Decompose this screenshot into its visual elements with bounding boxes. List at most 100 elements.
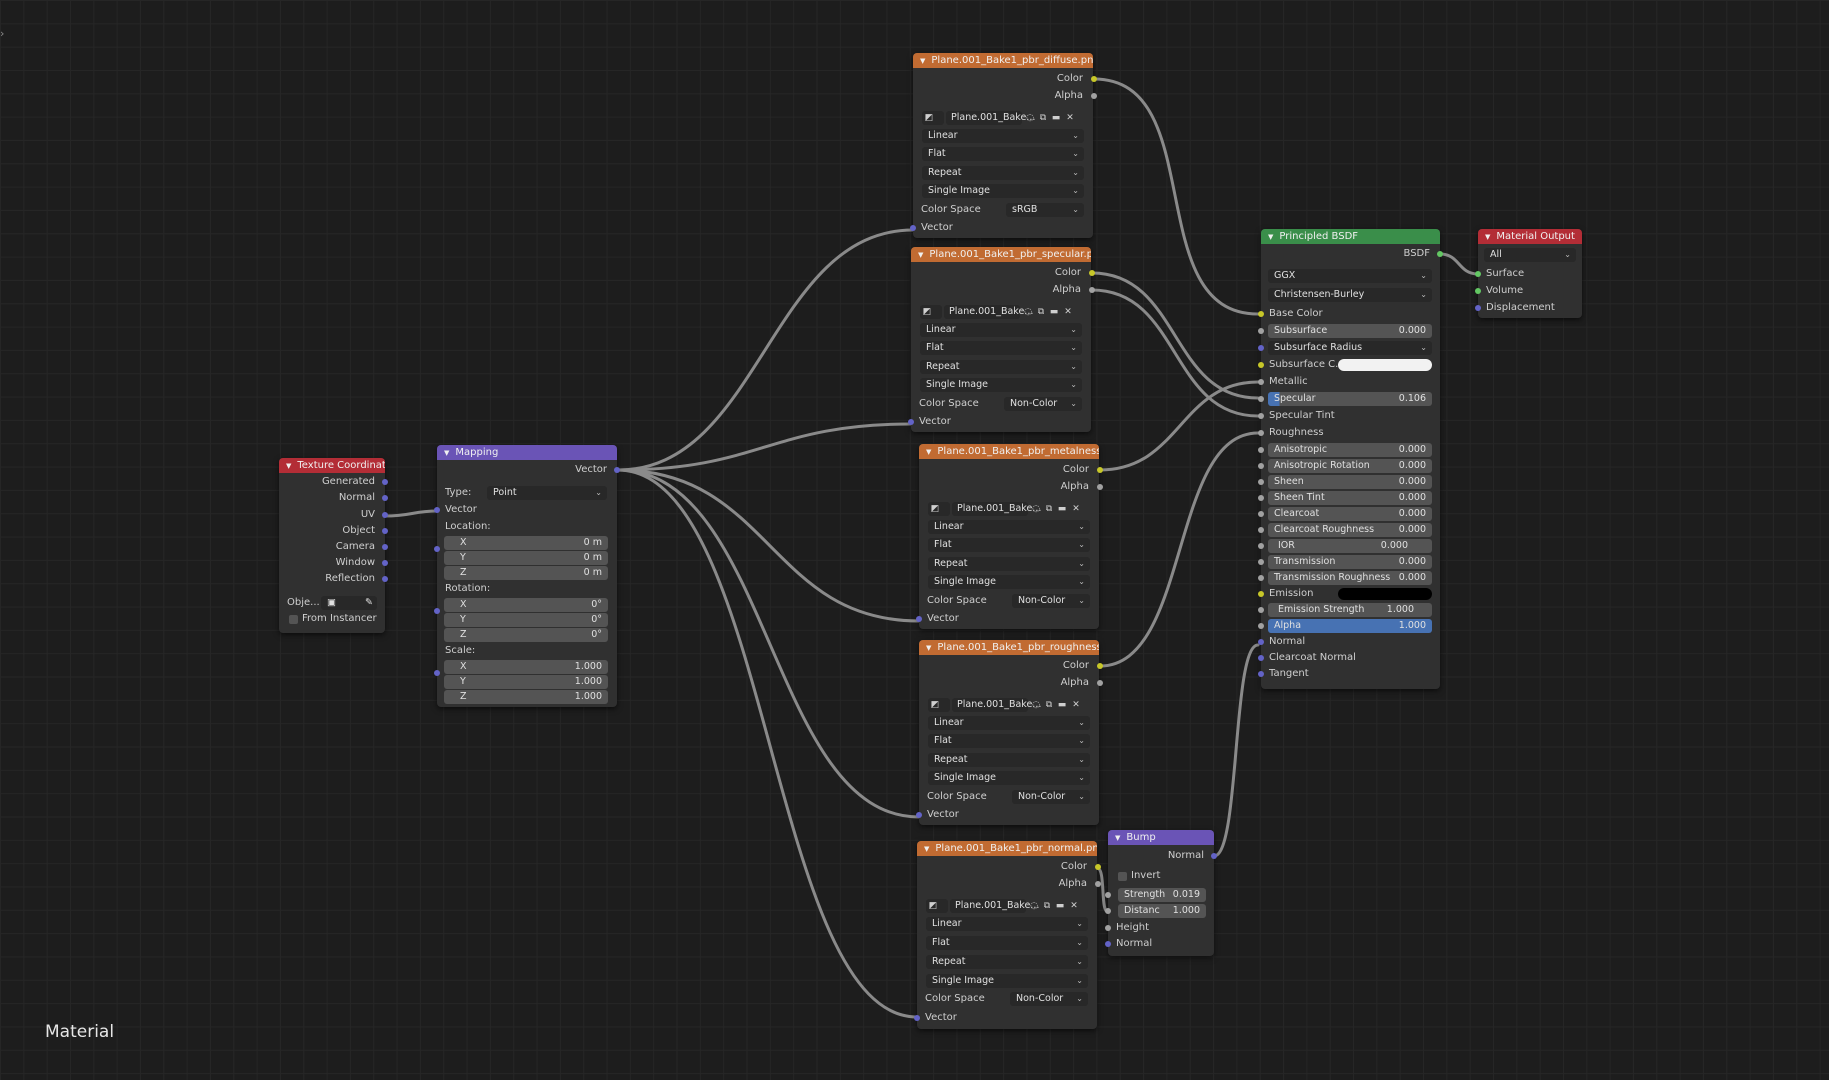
socket-vector-in[interactable] — [908, 419, 914, 425]
socket-specular-tint[interactable] — [1258, 413, 1264, 419]
image-browse-button[interactable]: ◩ — [928, 502, 950, 516]
location-y-field[interactable]: Y 0 m — [444, 551, 608, 565]
image-selector[interactable]: ◩ Plane.001_Bake... ◌ ⧉ ▬ ✕ — [926, 899, 1088, 913]
socket-location[interactable] — [434, 546, 440, 552]
socket-color-out[interactable] — [1097, 663, 1103, 669]
socket-strength[interactable] — [1105, 892, 1111, 898]
socket-vector-in[interactable] — [434, 507, 440, 513]
distribution-dropdown[interactable]: GGX ⌄ — [1268, 269, 1432, 283]
interpolation-dropdown[interactable]: Linear ⌄ — [928, 520, 1090, 534]
extension-dropdown[interactable]: Repeat ⌄ — [922, 166, 1084, 180]
subsurface-method-dropdown[interactable]: Christensen-Burley ⌄ — [1268, 288, 1432, 302]
node-mapping[interactable]: ▼ Mapping Vector Type: Point ⌄ Vector Loca… — [434, 445, 620, 707]
color-space-dropdown[interactable]: Non-Color ⌄ — [1012, 790, 1090, 804]
node-texture-coordinate[interactable]: ▼ Texture Coordinate Generated Normal UV … — [279, 458, 388, 633]
socket-subsurface-color[interactable] — [1258, 362, 1264, 368]
close-icon[interactable]: ✕ — [1065, 113, 1075, 123]
image-name-field[interactable]: Plane.001_Bake... — [946, 111, 1035, 125]
collapse-icon[interactable]: ▼ — [1268, 230, 1273, 244]
close-icon[interactable]: ✕ — [1069, 901, 1079, 911]
location-x-field[interactable]: X 0 m — [444, 536, 608, 550]
duplicate-icon[interactable]: ⧉ — [1042, 901, 1052, 911]
node-header[interactable]: ▼ Plane.001_Bake1_pbr_roughness.png — [919, 640, 1099, 655]
node-header[interactable]: ▼ Plane.001_Bake1_pbr_metalness.png — [919, 444, 1099, 459]
image-selector[interactable]: ◩ Plane.001_Bake... ◌ ⧉ ▬ ✕ — [920, 305, 1082, 319]
sidebar-toggle-icon[interactable]: › — [0, 27, 4, 40]
type-dropdown[interactable]: Point ⌄ — [487, 486, 607, 500]
duplicate-icon[interactable]: ⧉ — [1044, 504, 1054, 514]
color-space-dropdown[interactable]: Non-Color ⌄ — [1010, 992, 1088, 1006]
rotation-x-field[interactable]: X 0° — [444, 598, 608, 612]
interpolation-dropdown[interactable]: Linear ⌄ — [922, 129, 1084, 143]
alpha-field[interactable]: Alpha 1.000 — [1268, 619, 1432, 633]
interpolation-dropdown[interactable]: Linear ⌄ — [928, 716, 1090, 730]
scale-y-field[interactable]: Y 1.000 — [444, 675, 608, 689]
collapse-icon[interactable]: ▼ — [1485, 230, 1490, 244]
socket-rotation[interactable] — [434, 608, 440, 614]
socket-clearcoat-roughness[interactable] — [1258, 527, 1264, 533]
ior-field[interactable]: IOR 0.000 — [1268, 539, 1432, 553]
image-name-field[interactable]: Plane.001_Bake... — [952, 502, 1041, 516]
socket-transmission-roughness[interactable] — [1258, 575, 1264, 581]
socket-camera[interactable] — [382, 544, 388, 550]
interpolation-dropdown[interactable]: Linear ⌄ — [926, 917, 1088, 931]
object-picker[interactable]: ▣ ✎ — [321, 596, 377, 610]
source-dropdown[interactable]: Single Image ⌄ — [920, 378, 1082, 392]
location-z-field[interactable]: Z 0 m — [444, 566, 608, 580]
duplicate-icon[interactable]: ⧉ — [1038, 113, 1048, 123]
image-name-field[interactable]: Plane.001_Bake... — [950, 899, 1039, 913]
node-header[interactable]: ▼ Plane.001_Bake1_pbr_diffuse.png — [913, 53, 1093, 68]
socket-metallic[interactable] — [1258, 379, 1264, 385]
collapse-icon[interactable]: ▼ — [444, 446, 449, 460]
node-bump[interactable]: ▼ Bump Normal Invert Strength 0.019 Distan… — [1105, 830, 1217, 956]
from-instancer-checkbox[interactable] — [289, 615, 298, 624]
transmission-field[interactable]: Transmission 0.000 — [1268, 555, 1432, 569]
extension-dropdown[interactable]: Repeat ⌄ — [928, 557, 1090, 571]
image-selector[interactable]: ◩ Plane.001_Bake... ◌ ⧉ ▬ ✕ — [928, 698, 1090, 712]
transmission-roughness-field[interactable]: Transmission Roughness 0.000 — [1268, 571, 1432, 585]
image-selector[interactable]: ◩ Plane.001_Bake... ◌ ⧉ ▬ ✕ — [922, 111, 1084, 125]
socket-alpha[interactable] — [1258, 623, 1264, 629]
socket-subsurface[interactable] — [1258, 328, 1264, 334]
socket-normal-in[interactable] — [1105, 941, 1111, 947]
socket-alpha-out[interactable] — [1091, 93, 1097, 99]
socket-transmission[interactable] — [1258, 559, 1264, 565]
image-browse-button[interactable]: ◩ — [928, 698, 950, 712]
node-header[interactable]: ▼ Mapping — [437, 445, 617, 460]
folder-icon[interactable]: ▬ — [1057, 504, 1067, 514]
extension-dropdown[interactable]: Repeat ⌄ — [928, 753, 1090, 767]
subsurface-radius-dropdown[interactable]: Subsurface Radius ⌄ — [1268, 341, 1432, 355]
eyedropper-icon[interactable]: ✎ — [365, 596, 373, 610]
close-icon[interactable]: ✕ — [1071, 504, 1081, 514]
collapse-icon[interactable]: ▼ — [920, 54, 925, 68]
socket-normal[interactable] — [1258, 639, 1264, 645]
close-icon[interactable]: ✕ — [1063, 307, 1073, 317]
socket-uv[interactable] — [382, 512, 388, 518]
socket-scale[interactable] — [434, 670, 440, 676]
socket-vector-in[interactable] — [914, 1015, 920, 1021]
subsurface-field[interactable]: Subsurface 0.000 — [1268, 324, 1432, 338]
socket-bsdf-out[interactable] — [1437, 251, 1443, 257]
socket-vector-in[interactable] — [916, 812, 922, 818]
collapse-icon[interactable]: ▼ — [924, 842, 929, 856]
socket-subsurface-radius[interactable] — [1258, 345, 1264, 351]
socket-color-out[interactable] — [1097, 467, 1103, 473]
socket-surface[interactable] — [1475, 271, 1481, 277]
collapse-icon[interactable]: ▼ — [926, 641, 931, 655]
socket-anisotropic[interactable] — [1258, 447, 1264, 453]
node-image-texture-normal[interactable]: ▼ Plane.001_Bake1_pbr_normal.png Color Al… — [914, 841, 1101, 1029]
image-browse-button[interactable]: ◩ — [926, 899, 948, 913]
node-header[interactable]: ▼ Plane.001_Bake1_pbr_normal.png — [917, 841, 1097, 856]
socket-roughness[interactable] — [1258, 430, 1264, 436]
socket-color-out[interactable] — [1089, 270, 1095, 276]
socket-normal-out[interactable] — [1211, 853, 1217, 859]
socket-specular[interactable] — [1258, 396, 1264, 402]
specular-field[interactable]: Specular 0.106 — [1268, 392, 1432, 406]
node-image-texture-specular[interactable]: ▼ Plane.001_Bake1_pbr_specular.png Color … — [908, 247, 1095, 432]
folder-icon[interactable]: ▬ — [1051, 113, 1061, 123]
sheen-tint-field[interactable]: Sheen Tint 0.000 — [1268, 491, 1432, 505]
source-dropdown[interactable]: Single Image ⌄ — [922, 184, 1084, 198]
image-selector[interactable]: ◩ Plane.001_Bake... ◌ ⧉ ▬ ✕ — [928, 502, 1090, 516]
folder-icon[interactable]: ▬ — [1057, 700, 1067, 710]
anisotropic-rotation-field[interactable]: Anisotropic Rotation 0.000 — [1268, 459, 1432, 473]
